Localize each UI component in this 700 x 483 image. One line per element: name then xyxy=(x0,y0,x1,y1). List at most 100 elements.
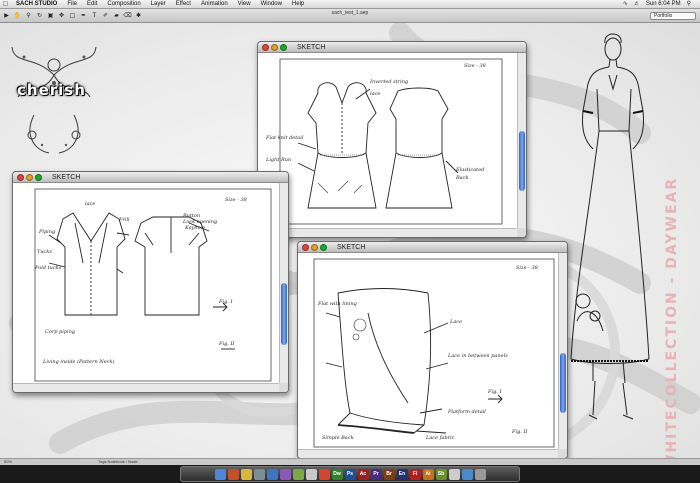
close-window-button[interactable] xyxy=(17,173,24,181)
note-piping: Piping xyxy=(38,229,55,235)
close-window-button[interactable] xyxy=(262,43,269,51)
fig-label-1: Fig. I xyxy=(218,299,233,305)
app-icon-19[interactable] xyxy=(448,468,460,480)
dock-area: Dw Ps Ac Pr Br En Fl Ai Sb xyxy=(0,465,700,483)
fashion-figure-illustration xyxy=(570,33,650,420)
bridge-icon[interactable]: Br xyxy=(383,468,395,480)
menu-layer[interactable]: Layer xyxy=(146,0,171,9)
minimize-window-button[interactable] xyxy=(26,173,33,181)
menu-composition[interactable]: Composition xyxy=(102,0,145,9)
note-lace-fabric: Lace fabric xyxy=(425,435,455,441)
status-bar: 50% Togs Notebook / Node xyxy=(0,458,700,465)
zoom-window-button[interactable] xyxy=(280,43,287,51)
note-platform-detail: Platform detail xyxy=(447,409,486,415)
app-icon-5[interactable] xyxy=(266,468,278,480)
zoom-window-button[interactable] xyxy=(320,243,327,251)
app-icon-8[interactable] xyxy=(305,468,317,480)
zoom-window-button[interactable] xyxy=(35,173,42,181)
scroll-thumb[interactable] xyxy=(519,131,525,191)
window-title-bar[interactable]: SKETCH xyxy=(298,242,567,253)
app-icon-9[interactable] xyxy=(318,468,330,480)
scroll-thumb[interactable] xyxy=(281,283,287,345)
window-title: SKETCH xyxy=(337,243,366,251)
sketch-window-bottom[interactable]: SKETCH Size - 38 Flat with lining Lace L… xyxy=(297,241,568,459)
fig-label-1: Fig. I xyxy=(487,389,502,395)
sketch-canvas: Size - 38 Piping lace Frill Tucks Fold t… xyxy=(13,183,279,383)
size-label: Size - 38 xyxy=(516,265,538,271)
finder-icon[interactable] xyxy=(214,468,226,480)
sketch-window-top[interactable]: SKETCH Size - 38 Inverted string lace Fl… xyxy=(257,41,527,238)
scroll-thumb[interactable] xyxy=(560,353,566,413)
sketch-canvas: Size - 38 Inverted string lace Flat knit… xyxy=(258,53,517,228)
soundbooth-icon[interactable]: Sb xyxy=(435,468,447,480)
caption-simple-back: Simple Back xyxy=(322,435,354,441)
app-icon-4[interactable] xyxy=(253,468,265,480)
premiere-icon[interactable]: Pr xyxy=(370,468,382,480)
dreamweaver-icon[interactable]: Dw xyxy=(331,468,343,480)
app-icon-2[interactable] xyxy=(227,468,239,480)
vertical-scrollbar[interactable] xyxy=(279,183,288,383)
menu-file[interactable]: File xyxy=(62,0,82,9)
close-window-button[interactable] xyxy=(302,243,309,251)
note-frill: Frill xyxy=(118,217,130,223)
note-back: Back xyxy=(455,175,469,181)
horizontal-scrollbar[interactable] xyxy=(13,383,279,392)
minimize-window-button[interactable] xyxy=(271,43,278,51)
spotlight-icon[interactable]: ⚲ xyxy=(684,0,694,9)
note-lace: lace xyxy=(370,91,380,97)
volume-icon[interactable]: ♬ xyxy=(631,0,643,9)
menu-view[interactable]: View xyxy=(233,0,256,9)
menu-animation[interactable]: Animation xyxy=(196,0,233,9)
size-label: Size - 38 xyxy=(225,197,247,203)
encore-icon[interactable]: En xyxy=(396,468,408,480)
menu-app-name[interactable]: SACH STUDIO xyxy=(11,0,62,9)
sketch-window-left[interactable]: SKETCH Size - 38 Piping lace Frill Tucks… xyxy=(12,171,289,393)
dock: Dw Ps Ac Pr Br En Fl Ai Sb xyxy=(180,466,520,482)
menu-window[interactable]: Window xyxy=(256,0,287,9)
menu-edit[interactable]: Edit xyxy=(82,0,102,9)
app-icon-6[interactable] xyxy=(279,468,291,480)
resize-corner[interactable] xyxy=(558,449,567,458)
window-title: SKETCH xyxy=(297,43,326,51)
note-corp-piping: Corp piping xyxy=(45,329,75,335)
apple-icon[interactable]:  xyxy=(0,0,11,9)
trash-icon[interactable] xyxy=(474,468,486,480)
photoshop-icon[interactable]: Ps xyxy=(344,468,356,480)
menu-clock[interactable]: Sun 6:04 PM xyxy=(643,0,684,9)
note-lace: lace xyxy=(85,201,95,207)
app-icon-20[interactable] xyxy=(461,468,473,480)
aftereffects-icon[interactable]: Ai xyxy=(422,468,434,480)
note-lace-panels: Lace in between panels xyxy=(447,353,508,359)
size-label: Size - 38 xyxy=(464,63,486,69)
workspace-select[interactable]: Portfolio xyxy=(650,12,696,20)
tool-bar: sach_test_1.aep ▶ ✋ ⚲ ↻ ▣ ✥ □ ✒ T ✐ ▰ ⌫ … xyxy=(0,9,700,23)
sketch-canvas: Size - 38 Flat with lining Lace Lace in … xyxy=(298,253,558,449)
note-elasticated: Elasticated xyxy=(455,167,484,173)
app-icon-3[interactable] xyxy=(240,468,252,480)
note-fold-tucks: Fold tucks xyxy=(34,265,62,271)
vertical-scrollbar[interactable] xyxy=(558,253,567,449)
horizontal-scrollbar[interactable] xyxy=(258,228,517,237)
fig-label-2: Fig. II xyxy=(511,429,528,435)
horizontal-scrollbar[interactable] xyxy=(298,449,558,458)
minimize-window-button[interactable] xyxy=(311,243,318,251)
menu-effect[interactable]: Effect xyxy=(171,0,196,9)
acrobat-icon[interactable]: Ac xyxy=(357,468,369,480)
app-icon-7[interactable] xyxy=(292,468,304,480)
cherish-logo-art xyxy=(11,46,97,154)
flash-icon[interactable]: Fl xyxy=(409,468,421,480)
vertical-scrollbar[interactable] xyxy=(517,53,526,228)
resize-corner[interactable] xyxy=(279,383,288,392)
note-light-run: Light Run xyxy=(265,157,291,163)
caption-living-inside: Living inside (Pattern Neck) xyxy=(42,358,114,365)
note-flat-lining: Flat with lining xyxy=(317,301,357,307)
resize-corner[interactable] xyxy=(517,228,526,237)
wifi-icon[interactable]: ∿ xyxy=(620,0,631,9)
collection-vertical-label: WHITECOLLECTION - DAYWEAR xyxy=(664,176,680,460)
menu-help[interactable]: Help xyxy=(287,0,309,9)
composition-stage[interactable]: cherish WHITECOLLECTION - DAYWEAR SKETCH… xyxy=(0,23,700,460)
window-title-bar[interactable]: SKETCH xyxy=(13,172,288,183)
window-title-bar[interactable]: SKETCH xyxy=(258,42,526,53)
document-title: sach_test_1.aep xyxy=(331,10,369,16)
cherish-logo-text: cherish xyxy=(17,81,86,99)
